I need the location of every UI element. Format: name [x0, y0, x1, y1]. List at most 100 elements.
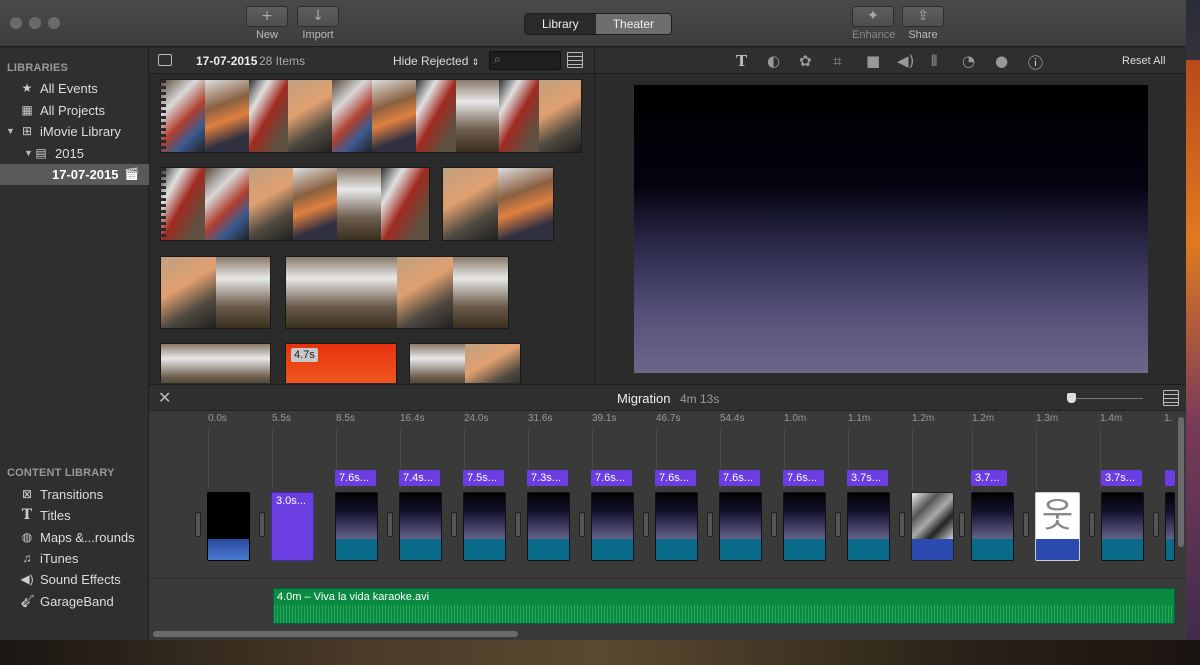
timeline-clip[interactable]	[335, 492, 378, 561]
filter-popup[interactable]: Hide Rejected ⇕	[393, 54, 479, 68]
sidebar-item-itunes[interactable]: ♫ iTunes	[0, 548, 149, 569]
color-balance-icon[interactable]: ◐	[767, 52, 780, 70]
share-button[interactable]: ⇪ Share	[902, 6, 944, 41]
equalizer-icon[interactable]: ⫴	[931, 52, 937, 70]
volume-icon[interactable]: ◀)	[897, 52, 914, 70]
transition-marker[interactable]	[1023, 512, 1029, 537]
transition-marker[interactable]	[643, 512, 649, 537]
transition-marker[interactable]	[1089, 512, 1095, 537]
video-preview[interactable]	[634, 85, 1148, 373]
timeline-settings-icon[interactable]	[1163, 390, 1179, 406]
vertical-scrollbar[interactable]	[1178, 417, 1184, 547]
zoom-slider-track[interactable]	[1073, 398, 1143, 399]
disclosure-triangle-icon[interactable]: ▼	[24, 143, 33, 164]
sidebar-toggle-icon[interactable]	[158, 54, 172, 66]
clip-filmstrip[interactable]	[160, 167, 430, 241]
import-button[interactable]: ↓ Import	[297, 6, 339, 41]
transition-marker[interactable]	[959, 512, 965, 537]
sidebar-item-garageband[interactable]: 🎸︎ GarageBand	[0, 591, 149, 612]
sidebar-item-all-events[interactable]: ★ All Events	[0, 78, 149, 99]
horizontal-scrollbar[interactable]	[153, 631, 518, 637]
tab-library[interactable]: Library	[525, 14, 596, 34]
project-timeline[interactable]: 0.0s 5.5s 8.5s 16.4s 24.0s 31.6s 39.1s 4…	[149, 411, 1186, 640]
transition-marker[interactable]	[707, 512, 713, 537]
title-overlay[interactable]: 3.7...	[971, 470, 1007, 486]
clip-filmstrip[interactable]	[160, 256, 271, 329]
clip-filmstrip[interactable]	[160, 343, 271, 383]
new-button[interactable]: + New	[246, 6, 288, 41]
clip-filmstrip[interactable]	[160, 79, 582, 153]
close-window-button[interactable]	[10, 17, 22, 29]
photo-clip[interactable]: 웃	[1035, 492, 1080, 561]
reset-all-button[interactable]: Reset All	[1122, 55, 1165, 67]
timeline-clip[interactable]	[399, 492, 442, 561]
transition-marker[interactable]	[579, 512, 585, 537]
person-icon: 웃	[1041, 496, 1074, 536]
title-icon[interactable]: T	[736, 52, 747, 70]
title-overlay[interactable]	[1165, 470, 1175, 486]
title-overlay[interactable]: 7.6s...	[335, 470, 376, 486]
transition-marker[interactable]	[259, 512, 265, 537]
search-input[interactable]: ⌕	[489, 51, 561, 70]
transition-marker[interactable]	[387, 512, 393, 537]
title-overlay[interactable]: 7.3s...	[527, 470, 568, 486]
title-overlay[interactable]: 7.6s...	[719, 470, 760, 486]
sidebar-item-titles[interactable]: T Titles	[0, 505, 149, 526]
clip-filmstrip[interactable]	[442, 167, 554, 241]
title-overlay[interactable]: 3.7s...	[1101, 470, 1142, 486]
title-overlay[interactable]: 7.6s...	[591, 470, 632, 486]
title-overlay[interactable]: 7.4s...	[399, 470, 440, 486]
clip-filmstrip[interactable]	[285, 256, 509, 329]
noise-reduction-icon[interactable]: ●	[995, 52, 1008, 70]
transition-marker[interactable]	[1153, 512, 1159, 537]
info-icon[interactable]: ⓘ	[1028, 52, 1043, 73]
timeline-clip[interactable]	[655, 492, 698, 561]
clip-filmstrip[interactable]	[409, 343, 521, 383]
speed-icon[interactable]: ◔	[962, 52, 975, 70]
timeline-clip[interactable]	[847, 492, 890, 561]
timeline-clip[interactable]	[591, 492, 634, 561]
transitions-icon: ⊠	[21, 487, 33, 501]
sidebar-item-maps-backgrounds[interactable]: ◍ Maps &...rounds	[0, 527, 149, 548]
transition-marker[interactable]	[899, 512, 905, 537]
photo-clip[interactable]	[911, 492, 954, 561]
sidebar-item-label: All Events	[40, 81, 98, 96]
enhance-button[interactable]: ✦ Enhance	[852, 6, 895, 41]
transition-marker[interactable]	[835, 512, 841, 537]
zoom-slider-thumb[interactable]	[1067, 393, 1076, 403]
sidebar-item-all-projects[interactable]: ▦ All Projects	[0, 100, 149, 121]
background-music-track[interactable]: 4.0m – Viva la vida karaoke.avi	[273, 588, 1175, 624]
title-clip[interactable]: 3.0s...	[271, 492, 314, 561]
clip-filmstrip-selected[interactable]: 4.7s	[285, 343, 397, 383]
timeline-clip[interactable]	[1165, 492, 1175, 561]
title-overlay[interactable]: 3.7s...	[847, 470, 888, 486]
timeline-clip[interactable]	[207, 492, 250, 561]
timeline-clip[interactable]	[463, 492, 506, 561]
timeline-clip[interactable]	[971, 492, 1014, 561]
title-overlay[interactable]: 7.6s...	[655, 470, 696, 486]
minimize-window-button[interactable]	[29, 17, 41, 29]
tab-theater[interactable]: Theater	[595, 14, 672, 34]
sidebar-item-imovie-library[interactable]: ▼ ⊞ iMovie Library	[0, 121, 149, 142]
timeline-clip[interactable]	[783, 492, 826, 561]
color-palette-icon[interactable]: ✿	[799, 52, 812, 70]
transition-marker[interactable]	[451, 512, 457, 537]
transition-marker[interactable]	[515, 512, 521, 537]
zoom-window-button[interactable]	[48, 17, 60, 29]
sidebar-item-17-07-2015[interactable]: 17-07-2015 🎬︎	[0, 164, 149, 185]
title-overlay[interactable]: 7.5s...	[463, 470, 504, 486]
close-icon[interactable]: ✕	[158, 388, 171, 408]
transition-marker[interactable]	[195, 512, 201, 537]
title-overlay[interactable]: 7.6s...	[783, 470, 824, 486]
stabilization-icon[interactable]: ■	[866, 52, 880, 70]
timeline-clip[interactable]	[1101, 492, 1144, 561]
timeline-clip[interactable]	[527, 492, 570, 561]
timeline-clip[interactable]	[719, 492, 762, 561]
filmstrip-settings-icon[interactable]	[567, 52, 583, 68]
sidebar-item-2015[interactable]: ▼ ▤ 2015	[0, 143, 149, 164]
transition-marker[interactable]	[771, 512, 777, 537]
disclosure-triangle-icon[interactable]: ▼	[6, 121, 15, 142]
crop-icon[interactable]: ⌗	[833, 52, 841, 70]
sidebar-item-transitions[interactable]: ⊠ Transitions	[0, 484, 149, 505]
sidebar-item-sound-effects[interactable]: ◀) Sound Effects	[0, 569, 149, 590]
